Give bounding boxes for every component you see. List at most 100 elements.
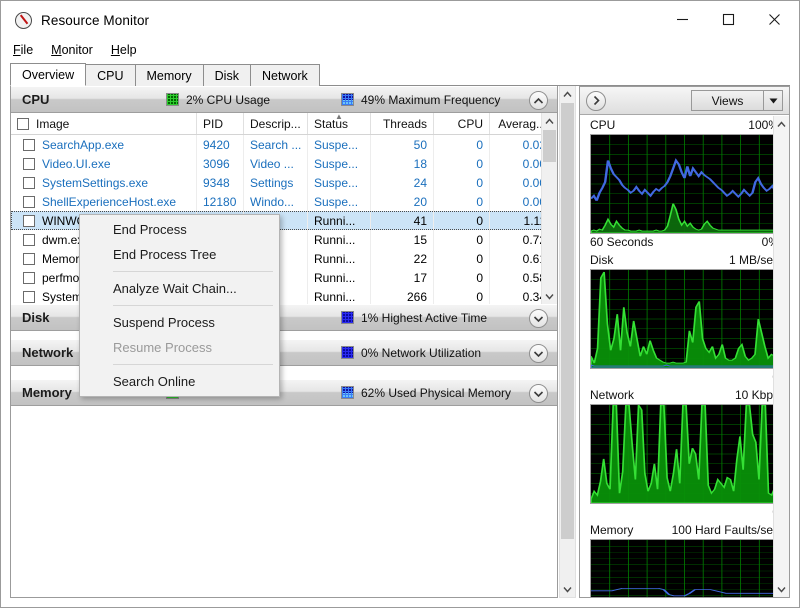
tab-overview[interactable]: Overview: [10, 63, 87, 86]
main-scroll-down-arrow-icon[interactable]: [560, 581, 575, 597]
minimize-button[interactable]: [659, 4, 705, 34]
col-header-image[interactable]: Image: [11, 113, 197, 134]
close-button[interactable]: [751, 4, 797, 34]
row-checkbox[interactable]: [23, 271, 35, 284]
blue-split-swatch-icon: [341, 93, 354, 106]
chevron-down-icon[interactable]: [763, 91, 782, 110]
cell-cpu: 0: [434, 287, 490, 304]
main-scroll-up-arrow-icon[interactable]: [560, 86, 575, 102]
row-checkbox[interactable]: [23, 176, 35, 189]
graphs-pane-scrollbar[interactable]: [773, 116, 789, 597]
context-menu-item[interactable]: End Process: [80, 217, 279, 242]
table-row[interactable]: SystemSettings.exe 9348 Settings Suspe... 24…: [11, 173, 557, 192]
blue-swatch-icon: [341, 311, 354, 324]
chevron-down-icon: [533, 315, 544, 322]
cell-cpu: 0: [434, 154, 490, 173]
process-name: Video.UI.exe: [42, 156, 111, 171]
disk-active-time-label: 1% Highest Active Time: [361, 310, 488, 325]
context-menu-item[interactable]: Search Online: [80, 369, 279, 394]
col-header-cpu[interactable]: CPU: [434, 113, 490, 134]
col-header-threads[interactable]: Threads: [371, 113, 434, 134]
context-menu-separator: [113, 271, 273, 272]
col-header-description[interactable]: Descrip...: [244, 113, 308, 134]
cpu-frequency-label: 49% Maximum Frequency: [361, 92, 501, 107]
row-checkbox[interactable]: [23, 138, 35, 151]
process-table-scroll-thumb[interactable]: [543, 130, 556, 162]
graphs-scroll-up-arrow-icon[interactable]: [774, 116, 789, 132]
graph-title: Disk: [590, 253, 614, 267]
cpu-frequency-stat: 49% Maximum Frequency: [341, 93, 500, 107]
process-table-scrollbar[interactable]: [541, 113, 557, 304]
tab-cpu[interactable]: CPU: [85, 64, 136, 86]
cell-cpu: 0: [434, 192, 490, 211]
row-checkbox[interactable]: [23, 214, 35, 227]
row-checkbox[interactable]: [23, 252, 35, 265]
cell-threads: 50: [371, 135, 434, 154]
cell-pid: 12180: [197, 192, 244, 211]
cell-threads: 41: [371, 211, 434, 230]
graph-title: Network: [590, 388, 635, 402]
row-checkbox[interactable]: [23, 233, 35, 246]
tab-memory[interactable]: Memory: [134, 64, 204, 86]
cell-status: Suspe...: [308, 192, 371, 211]
context-menu-separator: [113, 364, 273, 365]
graph-caption: Network 10 Kbps: [590, 387, 779, 404]
cell-status: Runni...: [308, 268, 371, 287]
views-dropdown-button[interactable]: Views: [691, 90, 783, 111]
col-header-pid[interactable]: PID: [197, 113, 244, 134]
window-controls: [659, 4, 797, 34]
table-row[interactable]: SearchApp.exe 9420 Search ... Suspe... 50 0 0.…: [11, 135, 557, 154]
graph-block-disk: Disk 1 MB/sec 0: [580, 250, 789, 385]
collapse-toggle-memory[interactable]: [529, 384, 548, 403]
process-name: ShellExperienceHost.exe: [42, 194, 177, 209]
menu-bar: File Monitor Help: [1, 39, 799, 61]
context-menu-item[interactable]: Suspend Process: [80, 310, 279, 335]
cell-image: SystemSettings.exe: [11, 173, 197, 192]
scroll-down-arrow-icon[interactable]: [542, 288, 557, 304]
cpu-usage-stat: 2% CPU Usage: [166, 93, 270, 107]
graphs-scroll-down-arrow-icon[interactable]: [774, 581, 789, 597]
menu-help[interactable]: Help: [111, 41, 146, 59]
maximize-button[interactable]: [705, 4, 751, 34]
row-checkbox[interactable]: [23, 290, 35, 303]
main-scroll-thumb[interactable]: [561, 103, 574, 539]
network-utilization-stat: 0% Network Utilization: [341, 346, 481, 360]
graph-title: Memory: [590, 523, 634, 537]
select-all-checkbox[interactable]: [17, 117, 29, 130]
process-name: SystemSettings.exe: [42, 175, 149, 190]
collapse-toggle-disk[interactable]: [529, 309, 548, 328]
context-menu-separator: [113, 305, 273, 306]
menu-file[interactable]: File: [13, 41, 42, 59]
cell-threads: 15: [371, 230, 434, 249]
expand-panel-button[interactable]: [586, 90, 606, 111]
cell-status: Runni...: [308, 249, 371, 268]
cell-threads: 266: [371, 287, 434, 304]
table-row[interactable]: Video.UI.exe 3096 Video ... Suspe... 18 0 0.00: [11, 154, 557, 173]
cell-status: Suspe...: [308, 173, 371, 192]
graphs-toolbar: Views: [580, 87, 789, 115]
collapse-toggle-network[interactable]: [529, 344, 548, 363]
graph-scale-max: 1 MB/sec: [728, 253, 779, 267]
row-checkbox[interactable]: [23, 157, 35, 170]
window-title: Resource Monitor: [41, 12, 150, 28]
table-row[interactable]: ShellExperienceHost.exe 12180 Windo... Susp…: [11, 192, 557, 211]
context-menu-item[interactable]: End Process Tree: [80, 242, 279, 267]
graph-footer: 0: [590, 369, 779, 385]
blue-split-swatch-icon: [341, 386, 354, 399]
cell-cpu: 0: [434, 230, 490, 249]
memory-used-label: 62% Used Physical Memory: [361, 385, 512, 400]
tab-disk[interactable]: Disk: [202, 64, 251, 86]
tab-network[interactable]: Network: [249, 64, 320, 86]
collapse-toggle-cpu[interactable]: [529, 91, 548, 110]
menu-monitor[interactable]: Monitor: [51, 41, 102, 59]
col-header-status[interactable]: ▲ Status: [308, 113, 371, 134]
section-header-cpu[interactable]: CPU 2% CPU Usage 49% Maximum Frequency: [11, 86, 557, 113]
main-vertical-scrollbar[interactable]: [559, 86, 576, 598]
scroll-up-arrow-icon[interactable]: [542, 113, 557, 129]
chevron-down-icon: [533, 390, 544, 397]
context-menu-item[interactable]: Analyze Wait Chain...: [80, 276, 279, 301]
cell-image: SearchApp.exe: [11, 135, 197, 154]
graph-caption: Disk 1 MB/sec: [590, 252, 779, 269]
row-checkbox[interactable]: [23, 195, 35, 208]
graph-plot-area: [590, 404, 779, 504]
